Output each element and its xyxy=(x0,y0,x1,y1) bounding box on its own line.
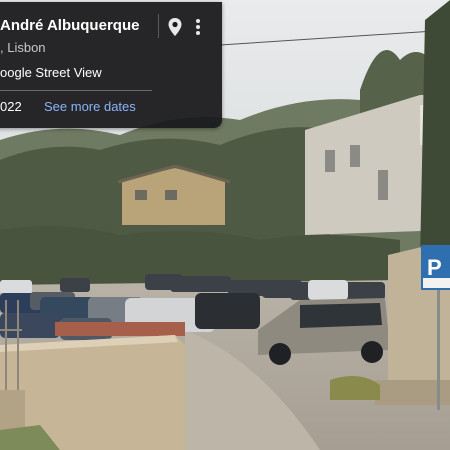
map-pin-icon xyxy=(168,18,182,36)
place-subtitle: , Lisbon xyxy=(0,40,46,55)
street-view-info-card: André Albuquerque , Lisbon oogle Street … xyxy=(0,2,222,128)
parking-sign-letter: P xyxy=(427,255,442,280)
divider xyxy=(0,90,152,91)
divider xyxy=(158,14,159,38)
see-more-dates-link[interactable]: See more dates xyxy=(44,99,136,114)
more-vert-icon xyxy=(196,19,200,35)
imagery-source: oogle Street View xyxy=(0,65,102,80)
map-pin-button[interactable] xyxy=(164,14,186,40)
more-options-button[interactable] xyxy=(189,14,207,40)
place-title: André Albuquerque xyxy=(0,17,140,34)
capture-date: 022 xyxy=(0,99,22,114)
